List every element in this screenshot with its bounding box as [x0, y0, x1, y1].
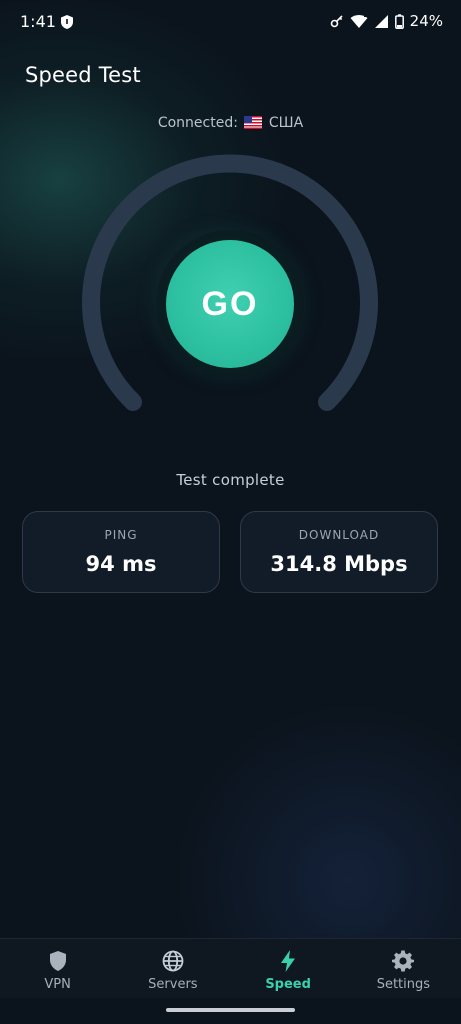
battery-icon	[394, 13, 404, 29]
ping-label: PING	[104, 528, 138, 542]
go-button[interactable]: GO	[166, 240, 294, 368]
gesture-bar	[0, 998, 461, 1024]
shield-status-icon	[61, 15, 73, 29]
nav-label-vpn: VPN	[44, 977, 71, 992]
nav-item-speed[interactable]: Speed	[231, 939, 346, 999]
nav-item-vpn[interactable]: VPN	[0, 939, 115, 999]
status-time: 1:41	[20, 12, 56, 31]
battery-level: 24%	[409, 12, 443, 30]
connection-label: Connected:	[157, 115, 238, 131]
bottom-nav: VPN Servers Speed Settings	[0, 938, 461, 999]
connection-country: США	[268, 115, 304, 131]
ping-value: 94 ms	[85, 552, 157, 576]
download-card: DOWNLOAD 314.8 Mbps	[240, 511, 438, 593]
download-label: DOWNLOAD	[298, 528, 380, 542]
vpn-key-icon	[330, 15, 343, 28]
nav-label-servers: Servers	[148, 977, 198, 992]
wifi-icon	[350, 13, 368, 28]
gear-icon	[392, 950, 415, 972]
page-title: Speed Test	[25, 63, 141, 87]
nav-item-settings[interactable]: Settings	[346, 939, 461, 999]
ping-card: PING 94 ms	[22, 511, 220, 593]
test-status: Test complete	[176, 471, 285, 489]
status-bar: 1:41 24%	[0, 0, 461, 44]
nav-label-speed: Speed	[265, 977, 311, 992]
us-flag-icon	[244, 116, 263, 129]
lightning-icon	[281, 950, 296, 972]
globe-icon	[162, 950, 184, 972]
speed-test-screen: 1:41 24% Speed Test Connected: США GO Te…	[0, 0, 461, 1024]
home-indicator[interactable]	[166, 1008, 295, 1012]
nav-label-settings: Settings	[376, 977, 431, 992]
nav-item-servers[interactable]: Servers	[115, 939, 230, 999]
connection-status: Connected: США	[0, 115, 461, 131]
signal-icon	[374, 14, 388, 28]
status-icons: 24%	[330, 12, 443, 30]
go-label: GO	[201, 284, 259, 323]
shield-icon	[49, 951, 66, 971]
download-value: 314.8 Mbps	[270, 552, 408, 576]
